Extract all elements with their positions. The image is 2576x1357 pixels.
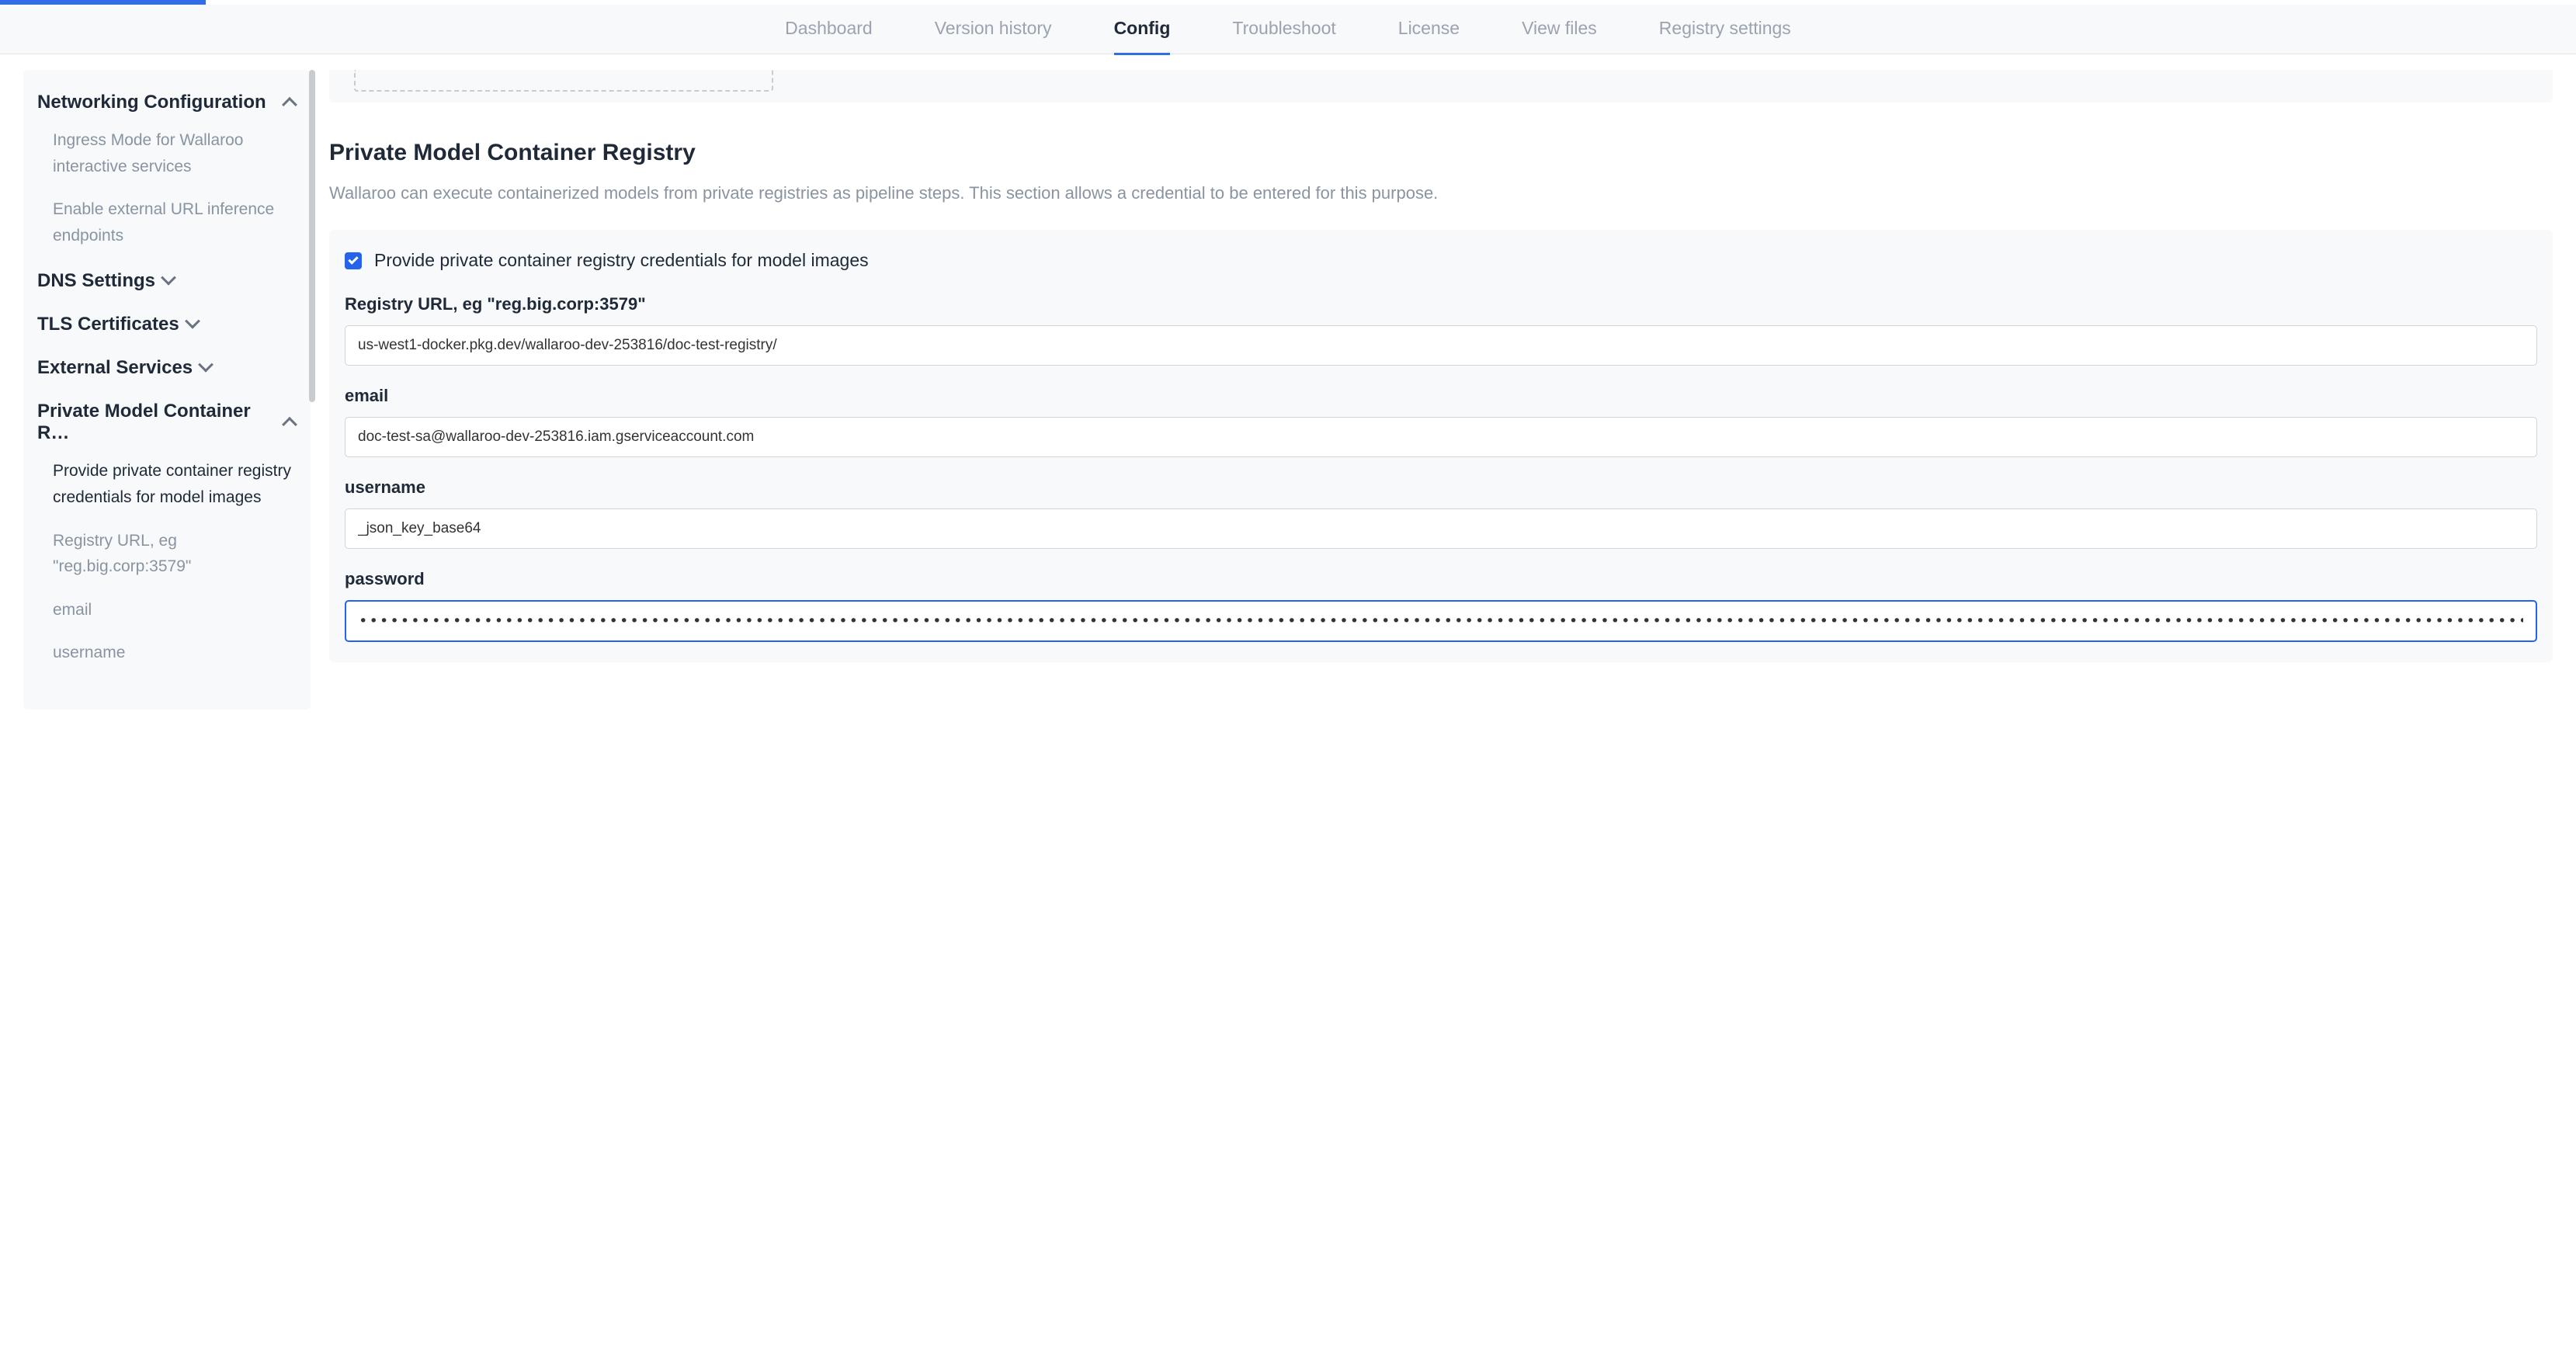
sidebar-item-email[interactable]: email (53, 597, 311, 623)
email-input[interactable] (345, 417, 2537, 457)
password-label: password (345, 569, 2537, 589)
sidebar-section-label: DNS Settings (37, 270, 155, 292)
provide-credentials-row: Provide private container registry crede… (345, 250, 2537, 271)
registry-url-input[interactable] (345, 325, 2537, 366)
sidebar-item-ingress-mode[interactable]: Ingress Mode for Wallaroo interactive se… (53, 127, 311, 179)
main-content: Private Model Container Registry Wallaro… (329, 70, 2553, 710)
tab-registry-settings[interactable]: Registry settings (1659, 4, 1791, 55)
chevron-up-icon (282, 417, 297, 432)
chevron-up-icon (282, 97, 297, 113)
tab-dashboard[interactable]: Dashboard (785, 4, 873, 55)
sidebar-section-dns[interactable]: DNS Settings (37, 270, 311, 292)
config-sidebar: Networking Configuration Ingress Mode fo… (23, 70, 311, 710)
password-input[interactable] (345, 600, 2537, 642)
sidebar-item-registry-url[interactable]: Registry URL, eg "reg.big.corp:3579" (53, 528, 311, 580)
loading-progress-fill (0, 0, 206, 5)
chevron-down-icon (161, 270, 176, 286)
username-input[interactable] (345, 508, 2537, 549)
tab-version-history[interactable]: Version history (935, 4, 1052, 55)
tab-troubleshoot[interactable]: Troubleshoot (1232, 4, 1335, 55)
chevron-down-icon (198, 357, 214, 373)
registry-url-label: Registry URL, eg "reg.big.corp:3579" (345, 294, 2537, 314)
sidebar-item-username[interactable]: username (53, 640, 311, 666)
provide-credentials-label: Provide private container registry crede… (374, 250, 869, 271)
provide-credentials-checkbox[interactable] (345, 252, 362, 269)
sidebar-item-provide-credentials[interactable]: Provide private container registry crede… (53, 458, 311, 510)
sidebar-section-label: External Services (37, 357, 193, 379)
tab-config[interactable]: Config (1114, 4, 1171, 55)
sidebar-section-label: Networking Configuration (37, 92, 266, 113)
sidebar-item-external-url[interactable]: Enable external URL inference endpoints (53, 196, 311, 248)
tab-license[interactable]: License (1398, 4, 1460, 55)
sidebar-scrollbar[interactable] (309, 70, 315, 402)
section-description: Wallaroo can execute containerized model… (329, 180, 2553, 206)
top-nav: Dashboard Version history Config Trouble… (0, 5, 2576, 54)
chevron-down-icon (185, 314, 200, 329)
loading-progress-bar (0, 0, 2576, 5)
sidebar-section-external-services[interactable]: External Services (37, 357, 311, 379)
tab-view-files[interactable]: View files (1522, 4, 1597, 55)
previous-section-card-edge (329, 70, 2553, 102)
email-label: email (345, 386, 2537, 406)
collapsed-placeholder (354, 70, 773, 92)
sidebar-section-private-registry[interactable]: Private Model Container R… (37, 401, 311, 444)
registry-form-card: Provide private container registry crede… (329, 230, 2553, 662)
sidebar-section-tls[interactable]: TLS Certificates (37, 314, 311, 335)
sidebar-section-label: TLS Certificates (37, 314, 179, 335)
section-title: Private Model Container Registry (329, 140, 2553, 166)
sidebar-section-label: Private Model Container R… (37, 401, 276, 444)
checkmark-icon (348, 254, 358, 264)
sidebar-section-networking[interactable]: Networking Configuration (37, 92, 311, 113)
username-label: username (345, 477, 2537, 498)
